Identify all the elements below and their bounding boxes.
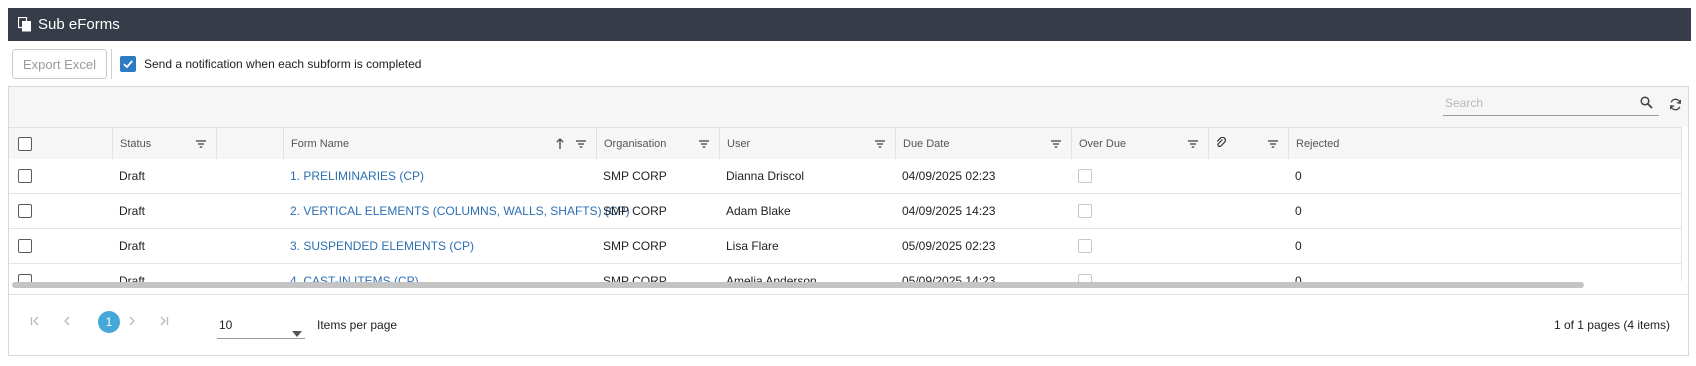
rejected-cell: 0 — [1295, 204, 1302, 218]
over-due-checkbox — [1078, 239, 1092, 253]
filter-icon[interactable] — [875, 139, 885, 151]
refresh-icon[interactable] — [1669, 98, 1682, 116]
header-status-label: Status — [120, 138, 152, 150]
page-size-select[interactable]: 10 — [217, 314, 305, 339]
filter-icon[interactable] — [1051, 139, 1061, 151]
filter-icon[interactable] — [196, 139, 206, 151]
header-select-all — [9, 128, 112, 160]
filter-icon[interactable] — [1268, 139, 1278, 151]
items-per-page-label: Items per page — [317, 318, 398, 332]
previous-page-icon[interactable] — [57, 311, 77, 331]
header-form-name-label: Form Name — [291, 138, 350, 150]
row-checkbox[interactable] — [18, 239, 32, 253]
table-row[interactable]: Draft 2. VERTICAL ELEMENTS (COLUMNS, WAL… — [9, 194, 1681, 229]
header-over-due[interactable]: Over Due — [1071, 128, 1208, 160]
status-cell: Draft — [119, 169, 146, 183]
organisation-cell: SMP CORP — [603, 239, 667, 253]
user-cell: Dianna Driscol — [726, 169, 805, 183]
subforms-grid: Search Status Form Name Organisation Use… — [8, 86, 1689, 356]
filter-icon[interactable] — [576, 139, 586, 151]
header-user-label: User — [727, 138, 751, 150]
table-row[interactable]: Draft 1. PRELIMINARIES (CP) SMP CORP Dia… — [9, 159, 1681, 194]
over-due-cell — [1071, 159, 1208, 193]
sort-ascending-icon[interactable] — [556, 138, 564, 152]
due-date-cell: 05/09/2025 02:23 — [902, 239, 996, 253]
user-cell: Lisa Flare — [726, 239, 779, 253]
window-titlebar: Sub eForms — [8, 8, 1691, 41]
rejected-cell: 0 — [1295, 169, 1302, 183]
header-organisation-label: Organisation — [604, 138, 667, 150]
user-cell: Adam Blake — [726, 204, 791, 218]
page-1-button[interactable]: 1 — [98, 311, 120, 333]
form-name-link[interactable]: 1. PRELIMINARIES (CP) — [283, 159, 596, 193]
due-date-cell: 05/09/2025 14:23 — [902, 274, 996, 288]
status-cell: Draft — [119, 204, 146, 218]
due-date-cell: 04/09/2025 14:23 — [902, 204, 996, 218]
chevron-down-icon — [292, 324, 302, 342]
row-checkbox[interactable] — [18, 204, 32, 218]
user-cell: Amelia Anderson — [726, 274, 817, 288]
table-row[interactable]: Draft 3. SUSPENDED ELEMENTS (CP) SMP COR… — [9, 229, 1681, 264]
paperclip-icon — [1216, 136, 1226, 152]
select-all-checkbox[interactable] — [18, 137, 32, 151]
row-select-cell — [9, 229, 112, 263]
grid-header: Status Form Name Organisation User Due D… — [9, 127, 1681, 161]
grid-right-border — [1681, 127, 1682, 281]
header-blank — [216, 128, 283, 160]
pager: 1 10 Items per page 1 of 1 pages (4 item… — [9, 294, 1688, 355]
page-size-value: 10 — [219, 318, 233, 332]
organisation-cell: SMP CORP — [603, 204, 667, 218]
status-cell: Draft — [119, 239, 146, 253]
header-due-date-label: Due Date — [903, 138, 950, 150]
header-user[interactable]: User — [719, 128, 895, 160]
form-name-link[interactable]: 3. SUSPENDED ELEMENTS (CP) — [283, 229, 596, 263]
window-title: Sub eForms — [38, 16, 120, 33]
header-due-date[interactable]: Due Date — [895, 128, 1071, 160]
checkmark-icon — [123, 60, 133, 69]
table-row[interactable]: Draft 4. CAST-IN ITEMS (CP) SMP CORP Ame… — [9, 264, 1681, 298]
last-page-icon[interactable] — [154, 311, 174, 331]
header-status[interactable]: Status — [112, 128, 216, 160]
status-cell: Draft — [119, 274, 146, 288]
row-select-cell — [9, 194, 112, 228]
over-due-cell — [1071, 264, 1208, 298]
search-icon[interactable] — [1640, 96, 1653, 114]
form-name-link[interactable]: 2. VERTICAL ELEMENTS (COLUMNS, WALLS, SH… — [283, 194, 630, 228]
pager-info: 1 of 1 pages (4 items) — [1553, 318, 1670, 332]
row-select-cell — [9, 159, 112, 193]
first-page-icon[interactable] — [25, 311, 45, 331]
organisation-cell: SMP CORP — [603, 274, 667, 288]
over-due-cell — [1071, 229, 1208, 263]
organisation-cell: SMP CORP — [603, 169, 667, 183]
grid-toolbar: Search — [9, 87, 1688, 127]
documents-icon — [17, 16, 32, 32]
row-checkbox[interactable] — [18, 169, 32, 183]
header-rejected-label: Rejected — [1296, 138, 1340, 150]
over-due-checkbox — [1078, 169, 1092, 183]
over-due-cell — [1071, 194, 1208, 228]
row-select-cell — [9, 264, 112, 298]
header-organisation[interactable]: Organisation — [596, 128, 719, 160]
header-form-name[interactable]: Form Name — [283, 128, 596, 160]
form-name-link[interactable]: 4. CAST-IN ITEMS (CP) — [283, 264, 596, 298]
rejected-cell: 0 — [1295, 274, 1302, 288]
notify-checkbox-label: Send a notification when each subform is… — [143, 57, 422, 71]
next-page-icon[interactable] — [122, 311, 142, 331]
notify-checkbox[interactable] — [119, 56, 136, 72]
over-due-checkbox — [1078, 204, 1092, 218]
toolbar: Export Excel Send a notification when ea… — [8, 47, 1691, 81]
horizontal-scrollbar[interactable] — [12, 282, 1584, 288]
search-input[interactable]: Search — [1443, 93, 1659, 116]
rejected-cell: 0 — [1295, 239, 1302, 253]
search-placeholder: Search — [1445, 96, 1484, 110]
header-attachments[interactable] — [1208, 128, 1288, 160]
toolbar-divider — [110, 49, 112, 79]
header-rejected[interactable]: Rejected — [1288, 128, 1681, 160]
header-over-due-label: Over Due — [1079, 138, 1127, 150]
due-date-cell: 04/09/2025 02:23 — [902, 169, 996, 183]
filter-icon[interactable] — [699, 139, 709, 151]
export-excel-button[interactable]: Export Excel — [12, 49, 107, 79]
filter-icon[interactable] — [1188, 139, 1198, 151]
